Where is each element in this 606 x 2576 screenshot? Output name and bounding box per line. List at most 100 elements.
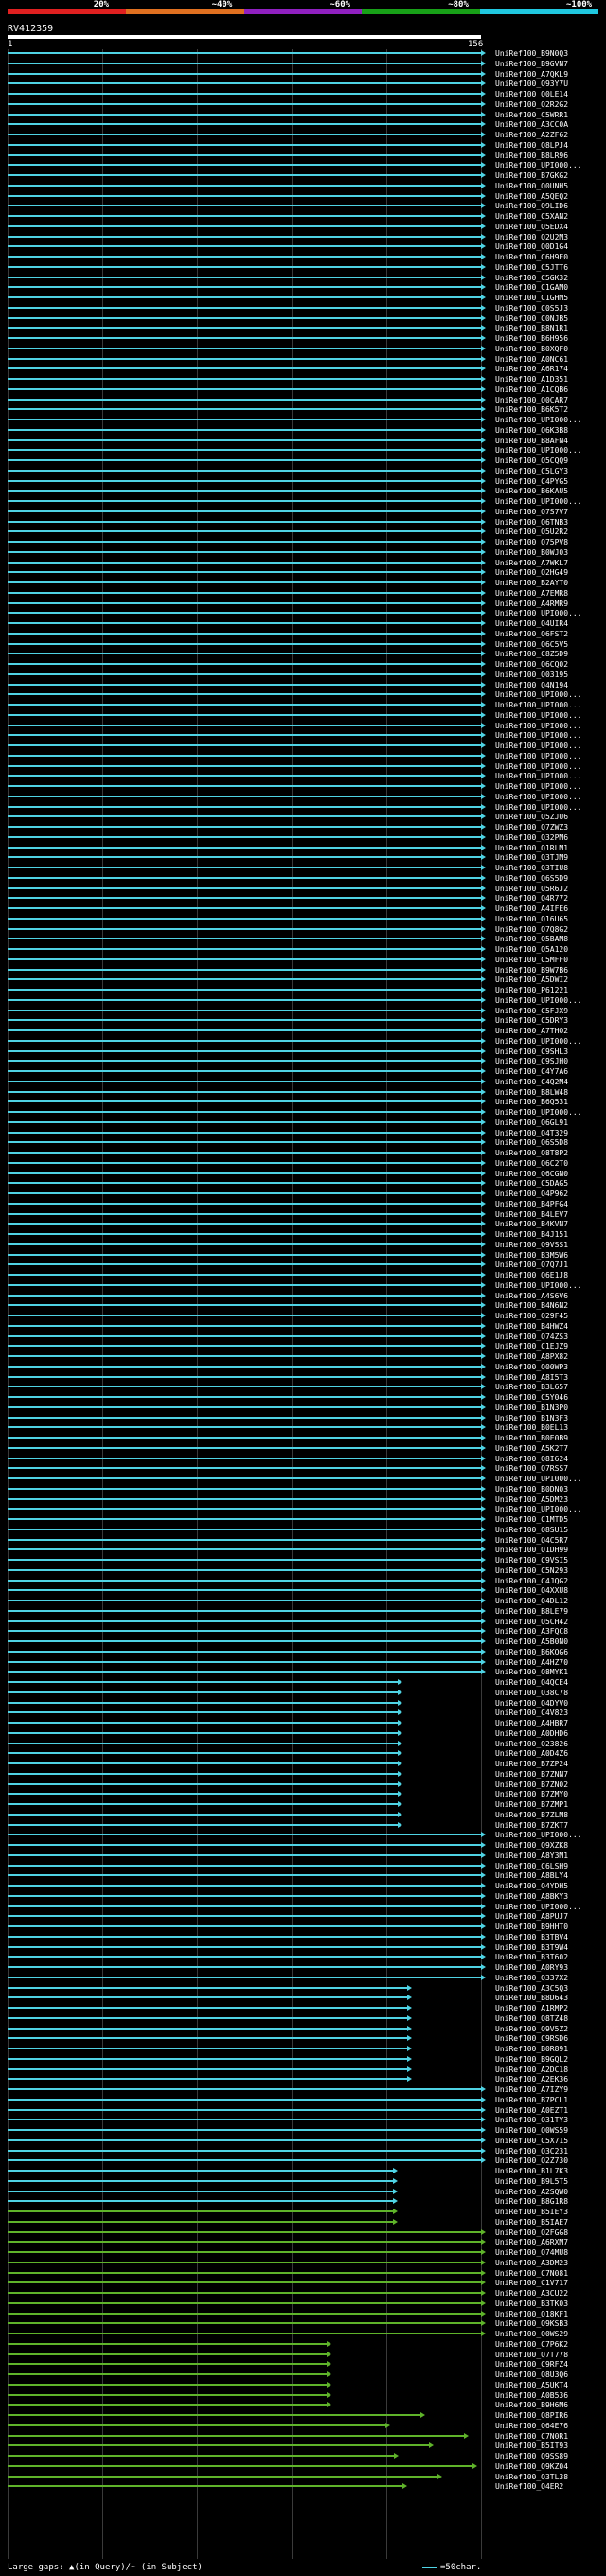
- hit-row[interactable]: UniRef100_C9RFZ4: [0, 2360, 606, 2370]
- hit-label[interactable]: UniRef100_UPI000...: [495, 1475, 582, 1484]
- hit-label[interactable]: UniRef100_UPI000...: [495, 497, 582, 507]
- hit-label[interactable]: UniRef100_C5XAN2: [495, 212, 568, 222]
- hit-label[interactable]: UniRef100_Q4T329: [495, 1129, 568, 1138]
- hit-row[interactable]: UniRef100_Q23826: [0, 1740, 606, 1750]
- hit-label[interactable]: UniRef100_C9RSD6: [495, 2034, 568, 2044]
- hit-row[interactable]: UniRef100_Q5U2R2: [0, 528, 606, 538]
- hit-row[interactable]: UniRef100_Q29F45: [0, 1312, 606, 1322]
- hit-row[interactable]: UniRef100_UPI000...: [0, 446, 606, 456]
- hit-label[interactable]: UniRef100_UPI000...: [495, 742, 582, 751]
- hit-label[interactable]: UniRef100_A3DM23: [495, 2259, 568, 2268]
- hit-row[interactable]: UniRef100_Q9LID6: [0, 202, 606, 212]
- hit-row[interactable]: UniRef100_B9W7B6: [0, 966, 606, 976]
- hit-label[interactable]: UniRef100_A7EMR8: [495, 589, 568, 599]
- hit-label[interactable]: UniRef100_Q8SU15: [495, 1526, 568, 1535]
- hit-label[interactable]: UniRef100_B4HWZ4: [495, 1322, 568, 1332]
- hit-label[interactable]: UniRef100_Q3TIU8: [495, 864, 568, 873]
- hit-label[interactable]: UniRef100_C5FJX9: [495, 1007, 568, 1016]
- hit-label[interactable]: UniRef100_B7ZNN7: [495, 1770, 568, 1780]
- hit-row[interactable]: UniRef100_B7ZNN7: [0, 1770, 606, 1780]
- hit-label[interactable]: UniRef100_B6H956: [495, 334, 568, 344]
- hit-label[interactable]: UniRef100_B7ZLM8: [495, 1811, 568, 1820]
- hit-label[interactable]: UniRef100_A5DWI2: [495, 975, 568, 985]
- hit-row[interactable]: UniRef100_A6R174: [0, 365, 606, 375]
- hit-label[interactable]: UniRef100_UPI000...: [495, 1281, 582, 1291]
- hit-row[interactable]: UniRef100_Q3TIU8: [0, 864, 606, 874]
- hit-row[interactable]: UniRef100_B3T602: [0, 1953, 606, 1963]
- hit-row[interactable]: UniRef100_Q0WS59: [0, 2126, 606, 2137]
- hit-label[interactable]: UniRef100_B0DN03: [495, 1485, 568, 1494]
- hit-row[interactable]: UniRef100_A0DHD6: [0, 1729, 606, 1740]
- hit-row[interactable]: UniRef100_B4LEV7: [0, 1210, 606, 1221]
- hit-label[interactable]: UniRef100_Q6S5D8: [495, 1138, 568, 1148]
- hit-row[interactable]: UniRef100_C5LGY3: [0, 467, 606, 477]
- hit-label[interactable]: UniRef100_A3C5Q3: [495, 1984, 568, 1994]
- hit-label[interactable]: UniRef100_B9H6M6: [495, 2401, 568, 2410]
- hit-row[interactable]: UniRef100_Q38C78: [0, 1689, 606, 1699]
- hit-label[interactable]: UniRef100_C6LSH9: [495, 1862, 568, 1871]
- hit-row[interactable]: UniRef100_Q9KSB3: [0, 2319, 606, 2330]
- hit-row[interactable]: UniRef100_Q8TZ48: [0, 2014, 606, 2025]
- hit-label[interactable]: UniRef100_Q0WS29: [495, 2330, 568, 2339]
- hit-label[interactable]: UniRef100_Q4P962: [495, 1190, 568, 1199]
- hit-row[interactable]: UniRef100_B4HWZ4: [0, 1322, 606, 1333]
- hit-label[interactable]: UniRef100_A7QKL9: [495, 70, 568, 80]
- hit-row[interactable]: UniRef100_A4S6V6: [0, 1292, 606, 1302]
- hit-label[interactable]: UniRef100_A4IFE6: [495, 904, 568, 914]
- hit-row[interactable]: UniRef100_A3DM23: [0, 2259, 606, 2269]
- hit-label[interactable]: UniRef100_UPI000...: [495, 161, 582, 170]
- hit-row[interactable]: UniRef100_UPI000...: [0, 803, 606, 814]
- hit-row[interactable]: UniRef100_Q74ZS3: [0, 1333, 606, 1343]
- hit-label[interactable]: UniRef100_Q7RSS7: [495, 1464, 568, 1474]
- hit-label[interactable]: UniRef100_B0EL13: [495, 1423, 568, 1433]
- hit-row[interactable]: UniRef100_C5Y046: [0, 1393, 606, 1404]
- hit-label[interactable]: UniRef100_B9GQL2: [495, 2055, 568, 2065]
- hit-label[interactable]: UniRef100_Q8T8P2: [495, 1149, 568, 1158]
- hit-label[interactable]: UniRef100_B3L657: [495, 1383, 568, 1392]
- hit-row[interactable]: UniRef100_UPI000...: [0, 752, 606, 762]
- hit-label[interactable]: UniRef100_Q4UIR4: [495, 619, 568, 629]
- hit-row[interactable]: UniRef100_Q5CH42: [0, 1618, 606, 1628]
- hit-row[interactable]: UniRef100_C4JQG2: [0, 1577, 606, 1587]
- hit-row[interactable]: UniRef100_Q16U65: [0, 915, 606, 925]
- hit-label[interactable]: UniRef100_A0EZT1: [495, 2106, 568, 2116]
- hit-label[interactable]: UniRef100_Q3C231: [495, 2147, 568, 2156]
- hit-label[interactable]: UniRef100_Q6C2T0: [495, 1159, 568, 1169]
- hit-label[interactable]: UniRef100_Q1DH99: [495, 1546, 568, 1555]
- hit-row[interactable]: UniRef100_A5UKT4: [0, 2381, 606, 2391]
- hit-label[interactable]: UniRef100_A7WKL7: [495, 559, 568, 568]
- hit-row[interactable]: UniRef100_C9SHL3: [0, 1047, 606, 1058]
- hit-label[interactable]: UniRef100_Q4QCE4: [495, 1678, 568, 1688]
- hit-row[interactable]: UniRef100_Q1RLM1: [0, 844, 606, 854]
- hit-row[interactable]: UniRef100_UPI000...: [0, 609, 606, 619]
- hit-label[interactable]: UniRef100_Q8PIR6: [495, 2411, 568, 2421]
- hit-label[interactable]: UniRef100_Q3TJM9: [495, 853, 568, 863]
- hit-row[interactable]: UniRef100_B9N0Q3: [0, 49, 606, 60]
- hit-row[interactable]: UniRef100_Q5CQQ9: [0, 456, 606, 467]
- hit-row[interactable]: UniRef100_B4J151: [0, 1230, 606, 1241]
- hit-label[interactable]: UniRef100_UPI000...: [495, 1505, 582, 1514]
- hit-label[interactable]: UniRef100_B8D643: [495, 1994, 568, 2003]
- hit-label[interactable]: UniRef100_A0D4Z6: [495, 1749, 568, 1759]
- hit-row[interactable]: UniRef100_B7ZN02: [0, 1780, 606, 1791]
- hit-label[interactable]: UniRef100_B4PFG4: [495, 1200, 568, 1209]
- hit-label[interactable]: UniRef100_Q5CQQ9: [495, 456, 568, 466]
- hit-label[interactable]: UniRef100_A4HZ70: [495, 1658, 568, 1668]
- hit-label[interactable]: UniRef100_C7N0R1: [495, 2432, 568, 2442]
- hit-label[interactable]: UniRef100_Q337X2: [495, 1974, 568, 1983]
- hit-label[interactable]: UniRef100_A8BKY3: [495, 1892, 568, 1902]
- hit-row[interactable]: UniRef100_A3C5Q3: [0, 1984, 606, 1995]
- hit-label[interactable]: UniRef100_Q64E76: [495, 2422, 568, 2431]
- hit-label[interactable]: UniRef100_C5DRY3: [495, 1016, 568, 1026]
- hit-row[interactable]: UniRef100_Q8PIR6: [0, 2411, 606, 2422]
- hit-row[interactable]: UniRef100_C6H9E0: [0, 253, 606, 263]
- hit-row[interactable]: UniRef100_UPI000...: [0, 1475, 606, 1485]
- hit-label[interactable]: UniRef100_Q0LE14: [495, 90, 568, 99]
- hit-row[interactable]: UniRef100_B8LR96: [0, 152, 606, 162]
- hit-row[interactable]: UniRef100_C1V717: [0, 2279, 606, 2289]
- hit-row[interactable]: UniRef100_Q2Z730: [0, 2156, 606, 2167]
- hit-row[interactable]: UniRef100_A8I5T3: [0, 1373, 606, 1384]
- hit-row[interactable]: UniRef100_B9GQL2: [0, 2055, 606, 2066]
- hit-row[interactable]: UniRef100_Q75PV8: [0, 538, 606, 548]
- hit-label[interactable]: UniRef100_A8PUJ7: [495, 1912, 568, 1922]
